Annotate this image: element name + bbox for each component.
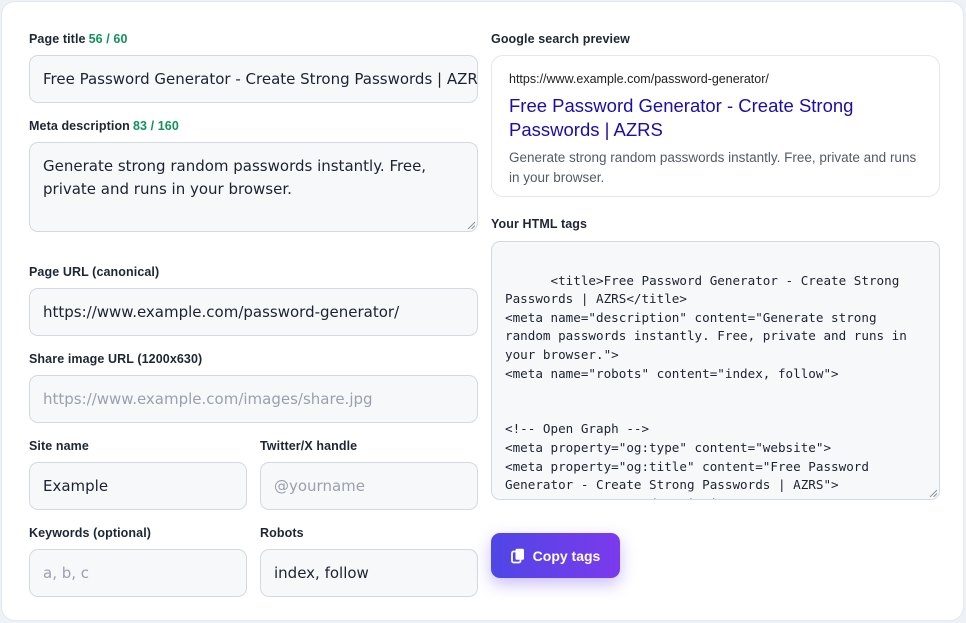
- share-image-input[interactable]: https://www.example.com/images/share.jpg: [29, 375, 478, 423]
- meta-description-value: Generate strong random passwords instant…: [43, 157, 427, 198]
- copy-icon: [510, 548, 524, 563]
- html-tags-code: <title>Free Password Generator - Create …: [505, 272, 907, 499]
- keywords-input[interactable]: a, b, c: [29, 549, 247, 597]
- page-title-counter: 56 / 60: [88, 32, 128, 46]
- share-image-placeholder: https://www.example.com/images/share.jpg: [43, 390, 373, 408]
- site-name-value: Example: [43, 477, 109, 495]
- page-title-input[interactable]: Free Password Generator - Create Strong …: [29, 55, 478, 103]
- copy-tags-label: Copy tags: [532, 547, 601, 564]
- search-preview-card: https://www.example.com/password-generat…: [491, 55, 940, 197]
- meta-description-counter: 83 / 160: [132, 119, 179, 133]
- resize-grip-icon[interactable]: [467, 221, 475, 229]
- robots-value: index, follow: [274, 564, 369, 582]
- meta-description-label: Meta description 83 / 160: [29, 119, 179, 133]
- html-tags-output[interactable]: <title>Free Password Generator - Create …: [491, 241, 940, 500]
- meta-description-textarea[interactable]: Generate strong random passwords instant…: [29, 142, 478, 232]
- page-title-value: Free Password Generator - Create Strong …: [43, 70, 478, 88]
- keywords-label: Keywords (optional): [29, 526, 152, 540]
- twitter-handle-label: Twitter/X handle: [260, 439, 358, 453]
- site-name-label: Site name: [29, 439, 89, 453]
- copy-tags-button[interactable]: Copy tags: [491, 533, 620, 578]
- twitter-handle-placeholder: @yourname: [274, 477, 366, 495]
- page-title-label: Page title 56 / 60: [29, 32, 128, 46]
- site-name-input[interactable]: Example: [29, 462, 247, 510]
- preview-url: https://www.example.com/password-generat…: [509, 72, 769, 86]
- twitter-handle-input[interactable]: @yourname: [260, 462, 478, 510]
- html-tags-label: Your HTML tags: [491, 217, 588, 231]
- robots-input[interactable]: index, follow: [260, 549, 478, 597]
- page-url-label: Page URL (canonical): [29, 265, 160, 279]
- page-url-value: https://www.example.com/password-generat…: [43, 303, 400, 321]
- share-image-label: Share image URL (1200x630): [29, 352, 203, 366]
- seo-meta-tag-generator-card: Page title 56 / 60 Free Password Generato…: [1, 1, 964, 621]
- preview-title: Free Password Generator - Create Strong …: [509, 95, 854, 140]
- search-preview-label: Google search preview: [491, 32, 630, 46]
- robots-label: Robots: [260, 526, 304, 540]
- keywords-placeholder: a, b, c: [43, 564, 90, 582]
- page-url-input[interactable]: https://www.example.com/password-generat…: [29, 288, 478, 336]
- preview-description: Generate strong random passwords instant…: [509, 150, 917, 185]
- resize-grip-icon[interactable]: [929, 489, 937, 497]
